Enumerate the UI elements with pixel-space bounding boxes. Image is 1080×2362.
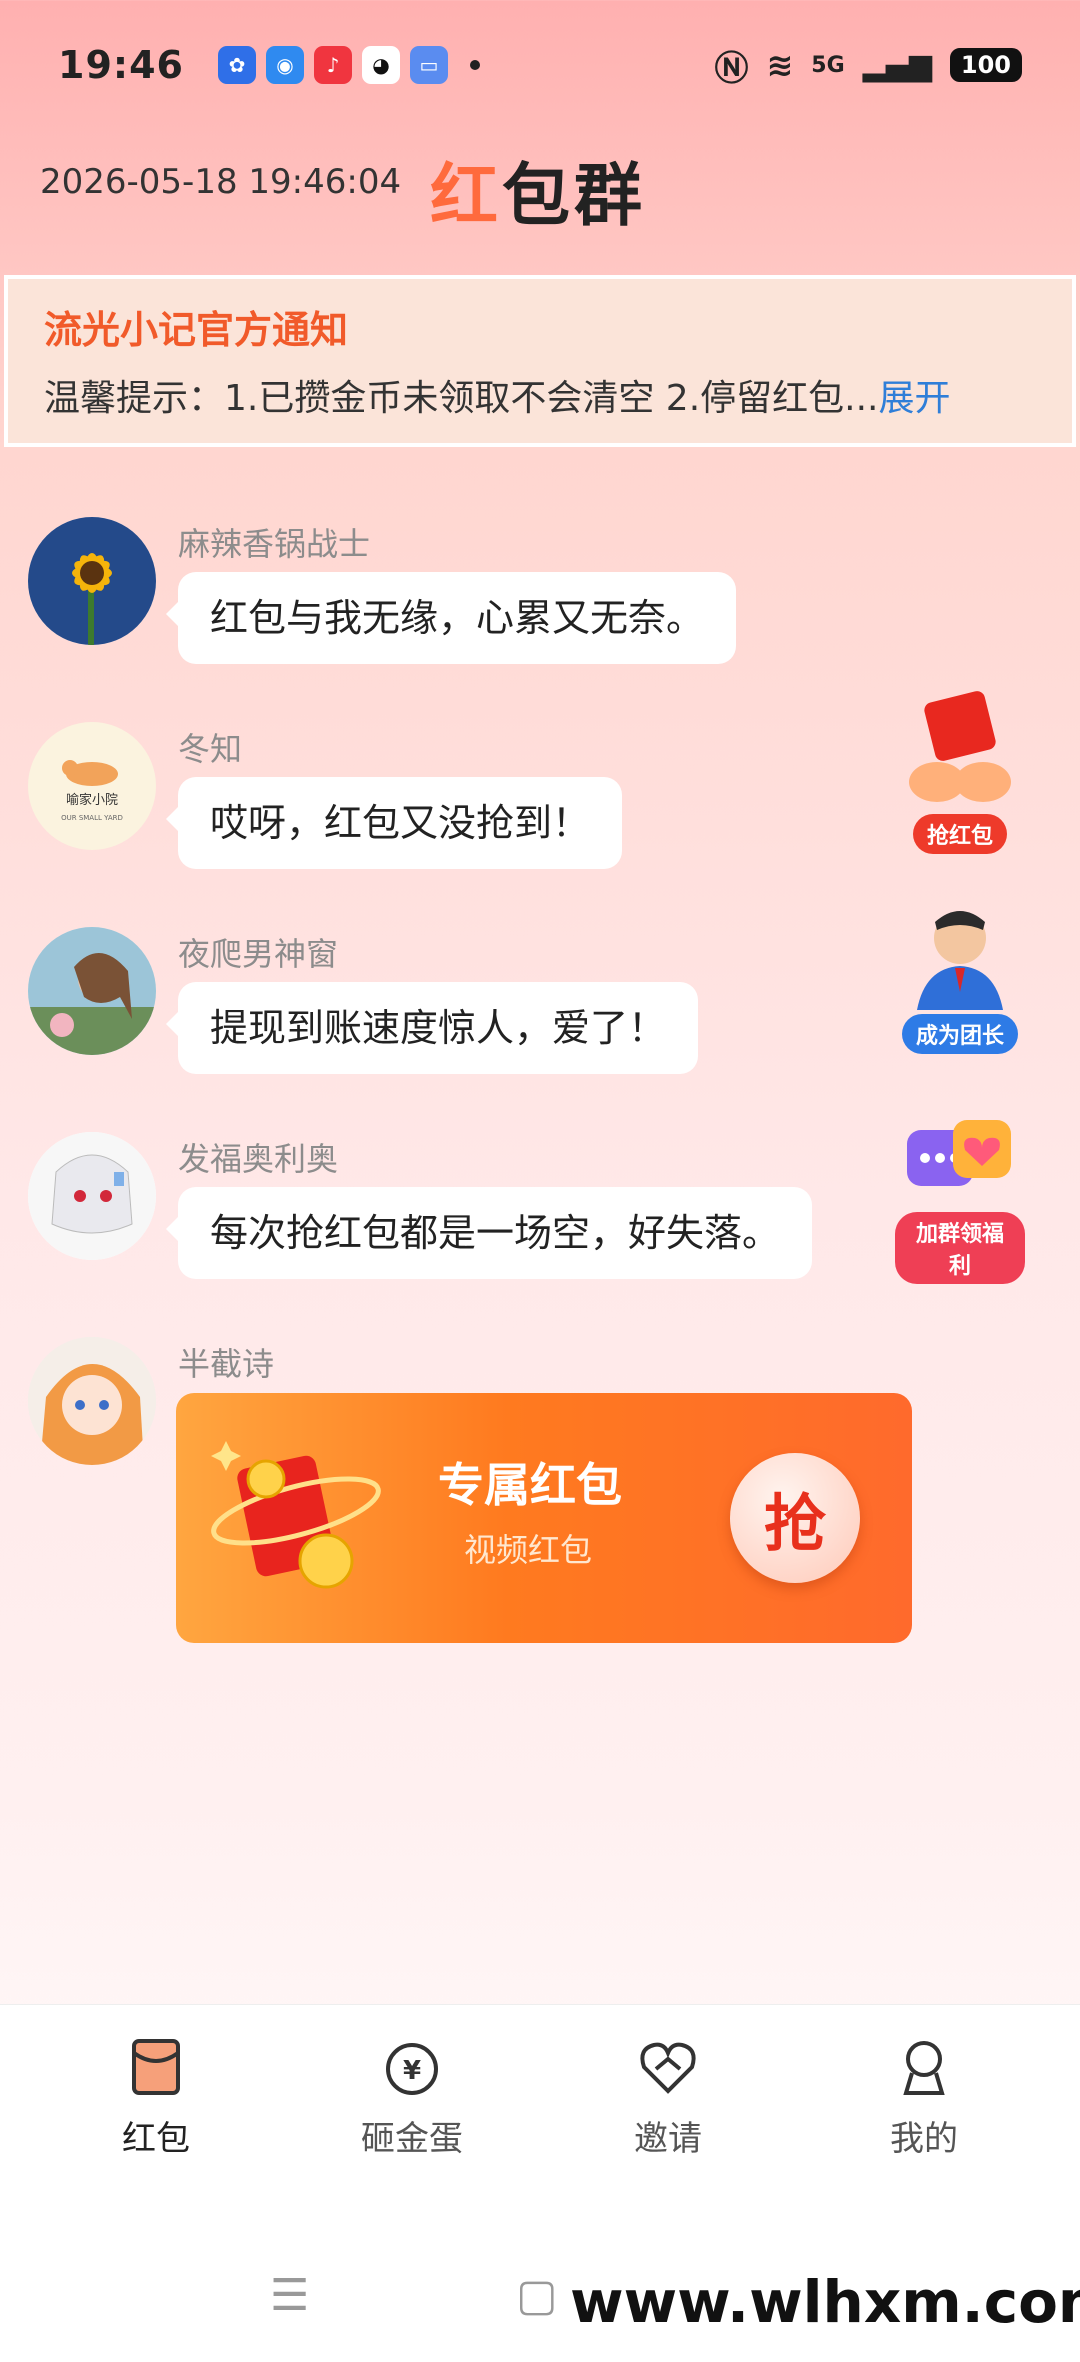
profile-icon: [903, 2041, 945, 2095]
nav-tab-red-packet[interactable]: 红包: [56, 2035, 256, 2160]
notice-text: 温馨提示：1.已攒金币未领取不会清空 2.停留红包...展开: [44, 369, 951, 421]
chat-heart-icon: [907, 1120, 1011, 1186]
nav-label: 红包: [122, 2119, 190, 2159]
message-bubble: 哎呀，红包又没抢到！: [165, 777, 623, 869]
avatar[interactable]: 喻家小院 OUR SMALL YARD: [28, 722, 156, 850]
sender-name: 麻辣香锅战士: [178, 525, 371, 563]
nav-tab-invite[interactable]: 邀请: [568, 2035, 768, 2160]
message-bubble: 红包与我无缘，心累又无奈。: [165, 572, 737, 664]
wifi-icon: ≋: [766, 46, 794, 84]
grab-red-packet-label: 抢红包: [912, 814, 1007, 854]
pinwheel-app-icon: ✿: [217, 46, 256, 84]
sender-name: 发福奥利奥: [178, 1140, 339, 1178]
red-packet-subtitle: 视频红包: [464, 1531, 593, 1569]
chat-message: 发福奥利奥 每次抢红包都是一场空，好失落。: [28, 1132, 813, 1312]
join-group-label: 加群领福利: [895, 1212, 1025, 1284]
nfc-icon: Ⓝ: [714, 48, 749, 89]
avatar-logo-subtext: OUR SMALL YARD: [61, 814, 123, 822]
svg-text:¥: ¥: [403, 2056, 421, 2086]
sender-name: 夜爬男神窗: [178, 935, 339, 973]
expand-link[interactable]: 展开: [878, 378, 950, 419]
official-notice: 流光小记官方通知 温馨提示：1.已攒金币未领取不会清空 2.停留红包...展开: [4, 275, 1076, 447]
businessman-icon: [917, 911, 1003, 1010]
cat-logo-avatar-image: 喻家小院 OUR SMALL YARD: [61, 760, 123, 822]
current-datetime: 2026-05-18 19:46:04: [40, 162, 402, 202]
avatar-logo-text: 喻家小院: [66, 792, 118, 808]
browser-app-icon: ◉: [265, 46, 304, 84]
red-envelope-icon: [132, 2039, 180, 2095]
avatar[interactable]: [28, 927, 156, 1055]
more-notifications-dot: [469, 60, 480, 70]
watermark: www.wlhxm.com: [560, 2268, 1080, 2336]
nav-tab-golden-egg[interactable]: ¥ 砸金蛋: [312, 2035, 512, 2160]
hands-red-envelope-icon: [909, 691, 1011, 802]
sunflower-avatar-image: [28, 517, 156, 645]
notice-title: 流光小记官方通知: [44, 308, 349, 352]
red-packet-title: 专属红包: [438, 1458, 622, 1512]
anime-avatar-image: [28, 1132, 156, 1260]
chat-message: 喻家小院 OUR SMALL YARD 冬知 哎呀，红包又没抢到！: [28, 722, 788, 902]
nav-tab-profile[interactable]: 我的: [824, 2035, 1024, 2160]
signal-icon: ▂▄▆: [862, 47, 932, 83]
sender-name: 半截诗: [178, 1345, 275, 1383]
qq-app-icon: ◕: [361, 46, 400, 84]
home-icon[interactable]: ▢: [516, 2270, 558, 2321]
menu-icon[interactable]: ☰: [270, 2270, 309, 2321]
nav-label: 砸金蛋: [361, 2119, 463, 2159]
avatar[interactable]: [28, 517, 156, 645]
red-envelope-icon: [211, 1441, 381, 1589]
heart-link-icon: [640, 2042, 696, 2094]
network-label: 5G: [811, 52, 845, 78]
grab-red-packet-float-button[interactable]: 抢红包: [895, 690, 1025, 854]
nav-label: 邀请: [634, 2119, 702, 2159]
coin-icon: ¥: [386, 2043, 438, 2095]
nav-label: 我的: [890, 2119, 958, 2159]
clock: 19:46: [58, 43, 184, 87]
sender-name: 冬知: [178, 730, 243, 768]
message-bubble: 每次抢红包都是一场空，好失落。: [165, 1187, 813, 1279]
chat-message: 麻辣香锅战士 红包与我无缘，心累又无奈。: [28, 517, 788, 697]
avatar[interactable]: [28, 1337, 156, 1465]
notice-body: 温馨提示：1.已攒金币未领取不会清空 2.停留红包...: [44, 378, 879, 419]
chat-message: 夜爬男神窗 提现到账速度惊人，爱了！: [28, 927, 788, 1107]
status-bar: 19:46 ✿ ◉ ♪ ◕ ▭ Ⓝ ≋ 5G ▂▄▆ 100: [0, 0, 1080, 130]
become-leader-float-button[interactable]: 成为团长: [895, 900, 1025, 1054]
avatar[interactable]: [28, 1132, 156, 1260]
header: 2026-05-18 19:46:04 红包群: [0, 130, 1080, 275]
message-bubble: 提现到账速度惊人，爱了！: [165, 982, 699, 1074]
grab-button[interactable]: 抢: [730, 1453, 860, 1583]
red-packet-card[interactable]: 专属红包 视频红包 抢: [176, 1393, 912, 1643]
battery-icon: 100: [949, 48, 1022, 82]
portrait-avatar-image: [28, 927, 156, 1055]
page-title-rest: 包群: [502, 157, 647, 236]
page-title: 红包群: [430, 140, 646, 239]
page-title-highlight: 红: [430, 157, 503, 236]
join-group-float-button[interactable]: 加群领福利: [895, 1108, 1025, 1284]
notification-icons: ✿ ◉ ♪ ◕ ▭: [217, 46, 448, 84]
anime-girl-avatar-image: [28, 1337, 156, 1465]
music-app-icon: ♪: [313, 46, 352, 84]
become-leader-label: 成为团长: [901, 1014, 1018, 1054]
message-app-icon: ▭: [409, 46, 448, 84]
